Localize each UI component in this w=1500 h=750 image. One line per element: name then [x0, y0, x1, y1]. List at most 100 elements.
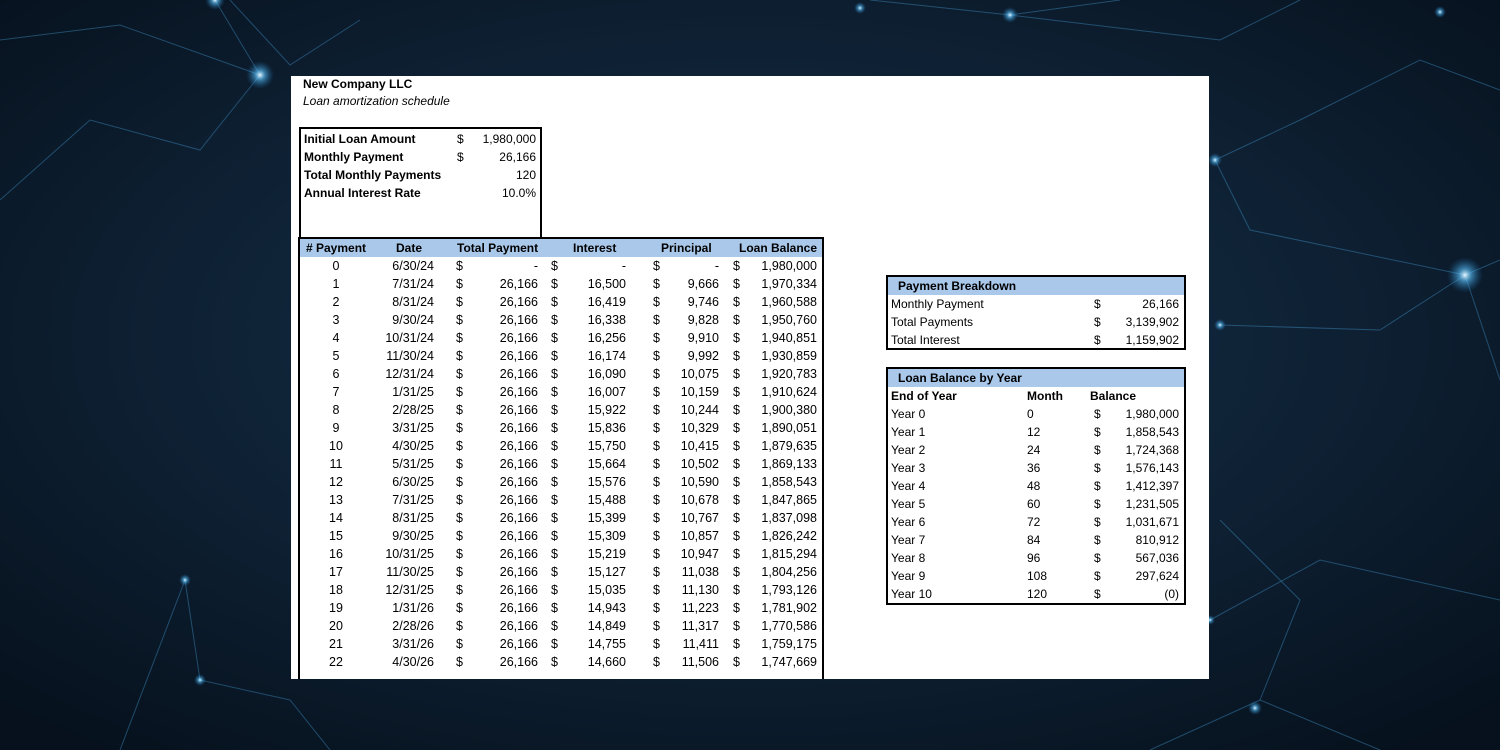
currency-symbol: $ [733, 313, 740, 327]
currency-symbol: $ [456, 403, 463, 417]
year-label: Year 6 [891, 515, 926, 529]
loan-balance-cell: 1,858,543 [761, 475, 817, 489]
total-payment-cell: 26,166 [499, 511, 538, 525]
loan-balance-cell: 1,910,624 [761, 385, 817, 399]
year-row: Year 10 120 $ (0) [888, 585, 1184, 603]
currency-symbol: $ [653, 547, 660, 561]
currency-symbol: $ [653, 655, 660, 669]
table-row: 14 8/31/25 $26,166 $15,399 $10,767 $1,837,098 [300, 509, 822, 527]
month-cell: 120 [1027, 587, 1048, 601]
loan-balance-cell: 1,970,334 [761, 277, 817, 291]
loan-balance-cell: 1,847,865 [761, 493, 817, 507]
total-payment-cell: 26,166 [499, 313, 538, 327]
payment-breakdown-rows: Monthly Payment $26,166 Total Payments $3,1… [888, 295, 1184, 349]
year-label: Year 4 [891, 479, 926, 493]
loan-balance-cell: 1,879,635 [761, 439, 817, 453]
interest-cell: 14,943 [587, 601, 626, 615]
currency-symbol: $ [653, 367, 660, 381]
currency-symbol: $ [653, 511, 660, 525]
total-payment-cell: 26,166 [499, 457, 538, 471]
interest-cell: 16,174 [587, 349, 626, 363]
currency-symbol: $ [653, 619, 660, 633]
date-cell: 5/31/25 [392, 457, 434, 471]
principal-cell: 10,678 [680, 493, 719, 507]
table-row: 18 12/31/25 $26,166 $15,035 $11,130 $1,793,12… [300, 581, 822, 599]
principal-cell: - [714, 259, 719, 273]
column-header-total-payment: Total Payment [457, 241, 539, 255]
month-cell: 60 [1027, 497, 1041, 511]
principal-cell: 9,992 [687, 349, 719, 363]
month-cell: 108 [1027, 569, 1048, 583]
currency-symbol: $ [456, 565, 463, 579]
currency-symbol: $ [653, 259, 660, 273]
total-payment-cell: 26,166 [499, 655, 538, 669]
currency-symbol: $ [653, 583, 660, 597]
table-row: 21 3/31/26 $26,166 $14,755 $11,411 $1,759,175 [300, 635, 822, 653]
payment-number-cell: 6 [332, 367, 340, 381]
interest-cell: 16,256 [587, 331, 626, 345]
currency-symbol: $ [551, 331, 558, 345]
total-payment-cell: 26,166 [499, 619, 538, 633]
total-payment-cell: 26,166 [499, 637, 538, 651]
currency-symbol: $ [733, 295, 740, 309]
table-row: 13 7/31/25 $26,166 $15,488 $10,678 $1,847,865 [300, 491, 822, 509]
payment-number-cell: 9 [332, 421, 340, 435]
total-payment-cell: 26,166 [499, 565, 538, 579]
breakdown-row: Total Payments $3,139,902 [888, 313, 1184, 331]
currency-symbol: $ [456, 349, 463, 363]
balance-cell: 1,231,505 [1125, 497, 1179, 511]
currency-symbol: $ [1094, 425, 1101, 439]
interest-cell: 15,127 [587, 565, 626, 579]
year-row: Year 2 24 $1,724,368 [888, 441, 1184, 459]
summary-value: 120 [515, 168, 536, 182]
date-cell: 6/30/24 [392, 259, 434, 273]
currency-symbol: $ [551, 457, 558, 471]
currency-symbol: $ [456, 493, 463, 507]
payment-number-cell: 2 [332, 295, 340, 309]
date-cell: 4/30/26 [392, 655, 434, 669]
currency-symbol: $ [733, 637, 740, 651]
currency-symbol: $ [733, 601, 740, 615]
currency-symbol: $ [551, 475, 558, 489]
summary-row: Total Monthly Payments 120 [301, 166, 540, 184]
year-label: Year 8 [891, 551, 926, 565]
currency-symbol: $ [733, 493, 740, 507]
column-header-loan-balance: Loan Balance [739, 241, 818, 255]
currency-symbol: $ [456, 637, 463, 651]
interest-cell: 16,007 [587, 385, 626, 399]
currency-symbol: $ [733, 511, 740, 525]
interest-cell: 15,750 [587, 439, 626, 453]
summary-label: Annual Interest Rate [304, 186, 421, 200]
amortization-table: # Payment Date Total Payment Interest Pr… [298, 237, 824, 679]
loan-balance-cell: 1,759,175 [761, 637, 817, 651]
principal-cell: 10,415 [680, 439, 719, 453]
currency-symbol: $ [653, 349, 660, 363]
total-payment-cell: 26,166 [499, 475, 538, 489]
currency-symbol: $ [1094, 461, 1101, 475]
table-row: 12 6/30/25 $26,166 $15,576 $10,590 $1,858,543 [300, 473, 822, 491]
principal-cell: 11,411 [682, 637, 719, 651]
table-row: 15 9/30/25 $26,166 $15,309 $10,857 $1,826,242 [300, 527, 822, 545]
currency-symbol: $ [653, 295, 660, 309]
total-payment-cell: 26,166 [499, 367, 538, 381]
currency-symbol: $ [653, 439, 660, 453]
loan-balance-cell: 1,804,256 [761, 565, 817, 579]
interest-cell: 16,500 [587, 277, 626, 291]
payment-number-cell: 3 [332, 313, 340, 327]
table-row: 22 4/30/26 $26,166 $14,660 $11,506 $1,747,669 [300, 653, 822, 671]
currency-symbol: $ [733, 439, 740, 453]
table-row: 16 10/31/25 $26,166 $15,219 $10,947 $1,815,29… [300, 545, 822, 563]
principal-cell: 11,130 [681, 583, 719, 597]
loan-balance-cell: 1,869,133 [761, 457, 817, 471]
spreadsheet: New Company LLC Loan amortization schedu… [291, 76, 1209, 679]
currency-symbol: $ [551, 547, 558, 561]
month-cell: 96 [1027, 551, 1041, 565]
currency-symbol: $ [456, 601, 463, 615]
month-cell: 36 [1027, 461, 1041, 475]
payment-number-cell: 14 [329, 511, 343, 525]
currency-symbol: $ [653, 457, 660, 471]
balance-by-year-header-row: End of Year Month Balance [888, 387, 1184, 405]
interest-cell: 15,576 [587, 475, 626, 489]
payment-number-cell: 1 [332, 277, 340, 291]
currency-symbol: $ [551, 601, 558, 615]
